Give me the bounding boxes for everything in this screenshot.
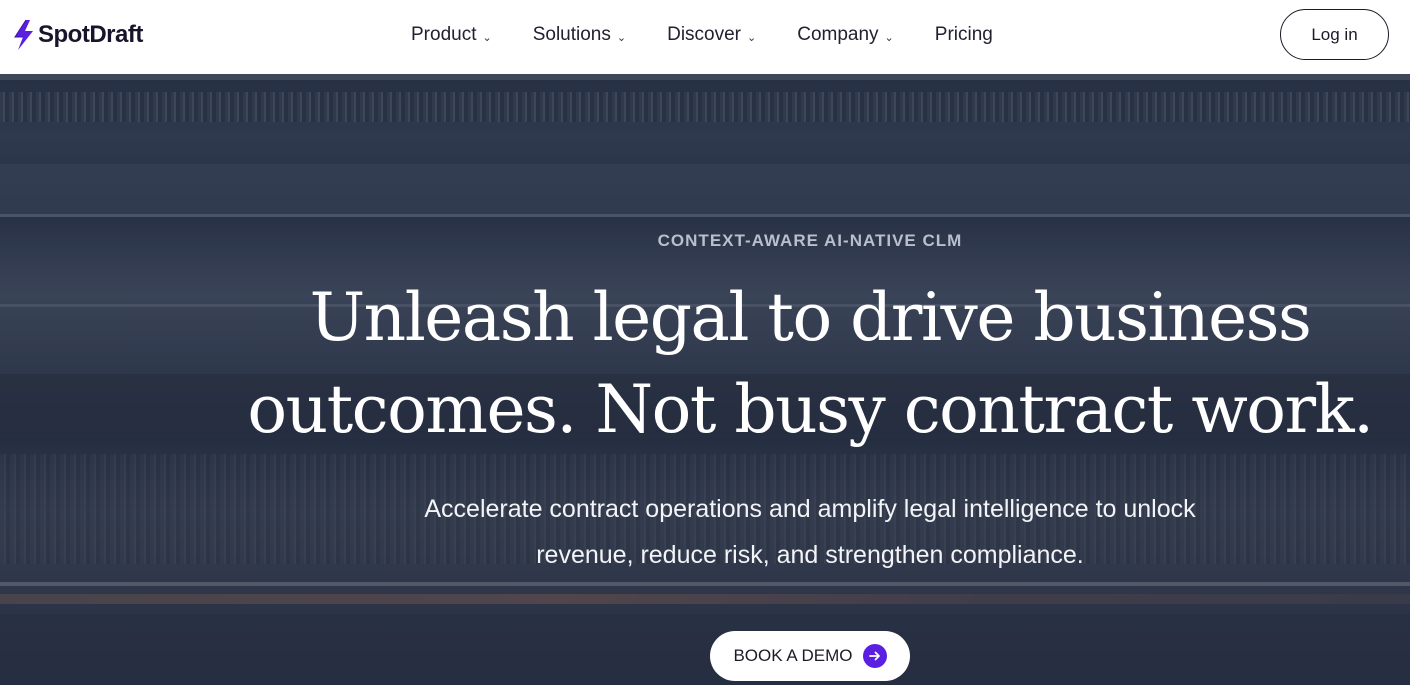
chevron-down-icon: ⌄ xyxy=(482,31,492,44)
hero-headline-line2: outcomes. Not busy contract work. xyxy=(247,371,1374,448)
book-demo-button[interactable]: BOOK A DEMO xyxy=(710,631,910,681)
nav-item-label: Company xyxy=(797,24,879,45)
nav-item-label: Product xyxy=(411,24,477,45)
nav-item-label: Solutions xyxy=(532,24,611,45)
hero-section: CONTEXT-AWARE AI-NATIVE CLM Unleash lega… xyxy=(0,74,1410,685)
hero-subtext-line1: Accelerate contract operations and ampli… xyxy=(424,495,1196,523)
nav-item-discover[interactable]: Discover ⌄ xyxy=(667,24,756,46)
book-demo-label: BOOK A DEMO xyxy=(733,646,853,665)
nav-item-product[interactable]: Product ⌄ xyxy=(411,24,492,46)
chevron-down-icon: ⌄ xyxy=(884,31,894,44)
chevron-down-icon: ⌄ xyxy=(616,31,627,44)
nav-item-label: Discover xyxy=(667,24,741,45)
hero-eyebrow: CONTEXT-AWARE AI-NATIVE CLM xyxy=(657,231,963,250)
nav-item-pricing[interactable]: Pricing xyxy=(935,24,993,46)
brand-name: SpotDraft xyxy=(38,21,143,48)
nav-item-label: Pricing xyxy=(934,24,993,45)
nav-item-solutions[interactable]: Solutions ⌄ xyxy=(533,24,626,46)
hero-subtext: Accelerate contract operations and ampli… xyxy=(370,486,1250,578)
login-button[interactable]: Log in xyxy=(1280,9,1389,60)
chevron-down-icon: ⌄ xyxy=(747,31,757,44)
nav-item-company[interactable]: Company ⌄ xyxy=(797,24,894,46)
hero-headline: Unleash legal to drive business outcomes… xyxy=(230,272,1390,456)
brand-logo[interactable]: SpotDraft xyxy=(12,18,143,52)
arrow-right-icon xyxy=(862,644,887,668)
lightning-bolt-icon xyxy=(14,19,33,50)
hero-headline-line1: Unleash legal to drive business xyxy=(309,279,1312,356)
main-menu: Product ⌄ Solutions ⌄ Discover ⌄ Company… xyxy=(411,22,993,48)
top-navbar: SpotDraft Product ⌄ Solutions ⌄ Discover… xyxy=(0,0,1410,74)
hero-subtext-line2: revenue, reduce risk, and strengthen com… xyxy=(536,541,1084,569)
